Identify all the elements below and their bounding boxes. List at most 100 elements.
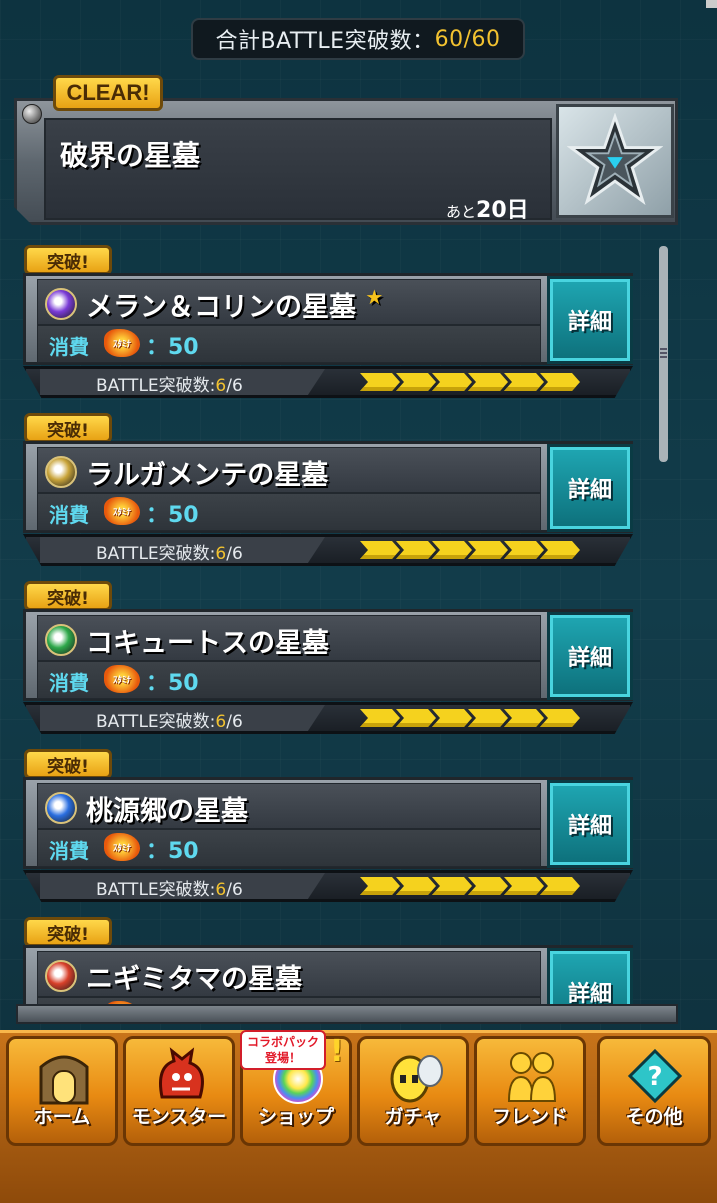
nav-other-button[interactable]: ? その他: [597, 1036, 711, 1146]
quest-item[interactable]: 突破! 桃源郷の星墓 消費 ｽﾀﾐﾅ ：50 詳細 BATTLE突破数:6/6: [0, 747, 717, 907]
element-fire-icon: [45, 960, 77, 992]
collab-badge-line2: 登場！: [264, 1051, 301, 1065]
home-gate-icon: [35, 1047, 93, 1105]
quest-name-text: 桃源郷の星墓: [86, 796, 248, 827]
nav-gacha-button[interactable]: ガチャ: [357, 1036, 469, 1146]
quest-item[interactable]: 突破! メラン＆コリンの星墓 ★ 消費 ｽﾀﾐﾅ ：50 詳細 BATTLE突破数:6/6: [0, 243, 717, 403]
breakthrough-badge: 突破!: [24, 917, 112, 947]
total-battle-value: 60/60: [434, 26, 501, 52]
progress-chevron: [468, 877, 508, 895]
progress-label: BATTLE突破数:: [96, 376, 216, 396]
progress-done: 6: [215, 376, 227, 396]
detail-button[interactable]: 詳細: [547, 780, 633, 868]
progress-total: /6: [226, 376, 243, 396]
detail-button[interactable]: 詳細: [547, 612, 633, 700]
battle-progress-text: BATTLE突破数:6/6: [96, 539, 243, 564]
quest-item[interactable]: 突破! コキュートスの星墓 消費 ｽﾀﾐﾅ ：50 詳細 BATTLE突破数:6/6: [0, 579, 717, 739]
star-icon: ★: [365, 285, 384, 309]
progress-chevron: [396, 709, 436, 727]
quest-list: 突破! メラン＆コリンの星墓 ★ 消費 ｽﾀﾐﾅ ：50 詳細 BATTLE突破数:6/6 突…: [0, 240, 717, 1012]
collab-pack-badge: コラボパック 登場！: [240, 1030, 326, 1070]
stamina-icon: ｽﾀﾐﾅ: [104, 665, 140, 693]
quest-name-text: コキュートスの星墓: [86, 628, 329, 659]
progress-chevron: [360, 541, 400, 559]
quest-item[interactable]: 突破! ラルガメンテの星墓 消費 ｽﾀﾐﾅ ：50 詳細 BATTLE突破数:6/6: [0, 411, 717, 571]
progress-label: BATTLE突破数:: [96, 544, 216, 564]
progress-chevron: [468, 373, 508, 391]
nav-monster-button[interactable]: モンスター: [123, 1036, 235, 1146]
progress-chevron: [432, 373, 472, 391]
element-light-icon: [45, 456, 77, 488]
cost-value: ：50: [146, 503, 199, 528]
list-bottom-frame: [16, 1004, 678, 1024]
quest-name-text: メラン＆コリンの星墓: [86, 292, 356, 323]
detail-button[interactable]: 詳細: [547, 948, 633, 1012]
cost-label: 消費: [49, 671, 89, 695]
progress-chevron: [396, 541, 436, 559]
total-battle-label: 合計BATTLE突破数：: [215, 29, 435, 54]
progress-chevron: [468, 709, 508, 727]
breakthrough-badge: 突破!: [24, 749, 112, 779]
clear-badge: CLEAR!: [53, 75, 163, 111]
cost-value: ：50: [146, 335, 199, 360]
progress-total: /6: [226, 544, 243, 564]
nav-monster-label: モンスター: [131, 1106, 227, 1128]
quest-name-text: ニギミタマの星墓: [86, 964, 302, 995]
progress-chevron: [540, 877, 580, 895]
progress-chevron: [468, 541, 508, 559]
nav-home-button[interactable]: ホーム: [6, 1036, 118, 1146]
element-water-icon: [45, 792, 77, 824]
progress-chevron: [360, 877, 400, 895]
quest-name: メラン＆コリンの星墓 ★: [86, 285, 383, 324]
progress-chevron: [540, 373, 580, 391]
nav-friend-button[interactable]: フレンド: [474, 1036, 586, 1146]
progress-chevrons: [360, 541, 580, 559]
quest-name: ラルガメンテの星墓: [86, 453, 328, 492]
progress-chevron: [504, 709, 544, 727]
progress-chevron: [360, 709, 400, 727]
breakthrough-badge: 突破!: [24, 581, 112, 611]
progress-chevron: [540, 541, 580, 559]
cost-label: 消費: [49, 503, 89, 527]
other-icon: ?: [626, 1047, 684, 1105]
progress-chevron: [396, 877, 436, 895]
quest-name-text: ラルガメンテの星墓: [86, 460, 329, 491]
quest-item[interactable]: 突破!ニギミタマの星墓 消費ｽﾀﾐﾅ：50詳細BATTLE突破数:6/6: [0, 915, 717, 1012]
progress-chevron: [360, 373, 400, 391]
progress-chevrons: [360, 877, 580, 895]
stamina-icon: ｽﾀﾐﾅ: [104, 329, 140, 357]
detail-button[interactable]: 詳細: [547, 444, 633, 532]
progress-done: 6: [215, 712, 227, 732]
progress-done: 6: [215, 544, 227, 564]
battle-progress-text: BATTLE突破数:6/6: [96, 707, 243, 732]
days-prefix: あと: [446, 203, 477, 221]
total-battle-counter: 合計BATTLE突破数： 60/60: [191, 18, 525, 60]
progress-chevron: [504, 373, 544, 391]
nav-home-label: ホーム: [33, 1106, 91, 1128]
star-emblem-icon: [556, 104, 674, 218]
nav-friend-label: フレンド: [491, 1106, 568, 1128]
progress-chevrons: [360, 373, 580, 391]
event-days-remaining: あと20日: [446, 192, 529, 224]
event-title: 破界の星墓: [60, 139, 201, 172]
battle-progress-text: BATTLE突破数:6/6: [96, 875, 243, 900]
cost-value: ：50: [146, 671, 199, 696]
progress-label: BATTLE突破数:: [96, 712, 216, 732]
progress-chevron: [504, 541, 544, 559]
notification-exclaim-icon: !: [330, 1034, 344, 1069]
breakthrough-badge: 突破!: [24, 413, 112, 443]
detail-button[interactable]: 詳細: [547, 276, 633, 364]
progress-chevron: [432, 877, 472, 895]
svg-text:?: ?: [647, 1062, 662, 1092]
progress-chevron: [432, 709, 472, 727]
progress-done: 6: [215, 880, 227, 900]
progress-chevron: [504, 877, 544, 895]
quest-name: コキュートスの星墓: [86, 621, 329, 660]
monster-icon: [152, 1047, 210, 1105]
stamina-icon: ｽﾀﾐﾅ: [104, 497, 140, 525]
nav-gacha-label: ガチャ: [384, 1106, 442, 1128]
cost-label: 消費: [49, 839, 89, 863]
breakthrough-badge: 突破!: [24, 245, 112, 275]
cost-label: 消費: [49, 335, 89, 359]
element-dark-icon: [45, 288, 77, 320]
